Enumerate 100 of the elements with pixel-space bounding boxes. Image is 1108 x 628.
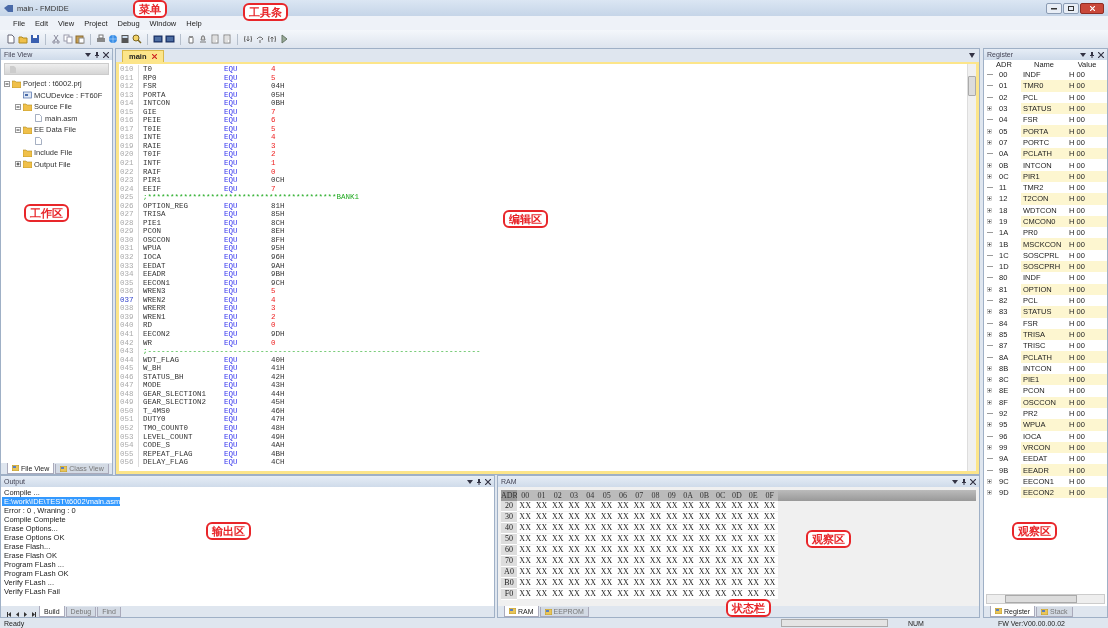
expand-icon[interactable] bbox=[987, 444, 992, 450]
annotation-callout: 状态栏 bbox=[726, 599, 771, 617]
printer-icon[interactable] bbox=[96, 34, 106, 44]
table-cell: XX bbox=[679, 523, 697, 534]
table-cell: XX bbox=[696, 523, 713, 534]
close-icon[interactable] bbox=[970, 478, 976, 485]
table-cell: XX bbox=[533, 589, 550, 600]
table-cell: XX bbox=[631, 567, 648, 578]
expand-icon[interactable] bbox=[987, 331, 992, 337]
table-cell: XX bbox=[647, 523, 664, 534]
paste-icon[interactable] bbox=[75, 34, 85, 44]
column-header: 02 bbox=[549, 490, 566, 501]
collapse-icon[interactable] bbox=[4, 80, 10, 87]
table-cell: XX bbox=[696, 512, 713, 523]
expand-icon[interactable] bbox=[987, 286, 992, 292]
expand-icon[interactable] bbox=[987, 207, 992, 213]
table-cell: XX bbox=[761, 512, 778, 523]
expand-icon[interactable] bbox=[987, 128, 992, 134]
expand-icon[interactable] bbox=[987, 309, 992, 315]
minimize-button[interactable] bbox=[1046, 2, 1062, 14]
table-cell: XX bbox=[647, 567, 664, 578]
maximize-icon bbox=[1068, 5, 1074, 11]
table-cell: XX bbox=[582, 589, 599, 600]
column-header: 0B bbox=[696, 490, 713, 501]
expand-icon[interactable] bbox=[987, 241, 992, 247]
expand-icon[interactable] bbox=[987, 139, 992, 145]
expand-icon[interactable] bbox=[987, 162, 992, 168]
close-icon[interactable] bbox=[1098, 51, 1104, 58]
table-cell: XX bbox=[728, 567, 746, 578]
table-cell: XX bbox=[663, 534, 680, 545]
expand-icon[interactable] bbox=[987, 388, 992, 394]
pin-icon[interactable] bbox=[961, 478, 967, 485]
folder-icon bbox=[12, 79, 21, 88]
dropdown-icon[interactable] bbox=[1080, 51, 1086, 58]
table-cell: XX bbox=[565, 578, 583, 589]
expand-icon[interactable] bbox=[987, 365, 992, 371]
table-cell: XX bbox=[647, 589, 664, 600]
save-icon[interactable] bbox=[30, 34, 40, 44]
close-icon[interactable] bbox=[485, 478, 491, 485]
expand-icon[interactable] bbox=[987, 377, 992, 383]
expand-icon[interactable] bbox=[15, 161, 21, 168]
table-cell: XX bbox=[663, 567, 680, 578]
close-icon[interactable] bbox=[103, 51, 109, 58]
table-cell: XX bbox=[614, 556, 632, 567]
table-cell: XX bbox=[745, 567, 762, 578]
expand-icon[interactable] bbox=[987, 106, 992, 112]
scrollbar[interactable] bbox=[986, 594, 1105, 604]
chip-icon[interactable] bbox=[165, 34, 175, 44]
table-cell: XX bbox=[696, 567, 713, 578]
dropdown-icon[interactable] bbox=[467, 478, 473, 485]
table-cell: XX bbox=[728, 545, 746, 556]
table-cell: XX bbox=[582, 512, 599, 523]
calculator-icon[interactable] bbox=[120, 34, 130, 44]
column-header: 08 bbox=[647, 490, 664, 501]
globe-icon[interactable] bbox=[108, 34, 118, 44]
expand-icon[interactable] bbox=[987, 399, 992, 405]
magnifier-icon[interactable] bbox=[132, 34, 142, 44]
collapse-icon[interactable] bbox=[15, 126, 21, 133]
pin-icon[interactable] bbox=[1089, 51, 1095, 58]
pin-icon[interactable] bbox=[476, 478, 482, 485]
table-cell: XX bbox=[565, 501, 583, 512]
stamp-icon[interactable] bbox=[198, 34, 208, 44]
table-cell: XX bbox=[533, 534, 550, 545]
expand-icon[interactable] bbox=[987, 196, 992, 202]
table-cell: XX bbox=[517, 545, 534, 556]
close-icon[interactable] bbox=[151, 54, 157, 59]
column-header: 0A bbox=[679, 490, 697, 501]
expand-icon[interactable] bbox=[987, 422, 992, 428]
new-file-icon[interactable] bbox=[6, 34, 16, 44]
table-cell: XX bbox=[565, 534, 583, 545]
step-over-icon[interactable] bbox=[255, 34, 265, 44]
expand-icon[interactable] bbox=[987, 173, 992, 179]
row-header: 50 bbox=[501, 534, 517, 544]
table-cell: XX bbox=[679, 567, 697, 578]
dropdown-icon[interactable] bbox=[952, 478, 958, 485]
maximize-button[interactable] bbox=[1063, 2, 1079, 14]
table-cell: XX bbox=[549, 545, 566, 556]
step-out-icon[interactable] bbox=[267, 34, 277, 44]
table-cell: XX bbox=[598, 501, 615, 512]
table-cell: XX bbox=[679, 545, 697, 556]
run-icon[interactable] bbox=[279, 34, 289, 44]
pin-icon[interactable] bbox=[94, 51, 100, 58]
expand-icon[interactable] bbox=[987, 490, 992, 496]
table-cell: XX bbox=[745, 523, 762, 534]
scissors-icon[interactable] bbox=[51, 34, 61, 44]
collapse-icon[interactable] bbox=[15, 103, 21, 110]
dropdown-icon[interactable] bbox=[969, 53, 975, 58]
expand-icon[interactable] bbox=[987, 478, 992, 484]
skip-arrow-icon[interactable] bbox=[7, 612, 12, 617]
table-cell: XX bbox=[582, 545, 599, 556]
close-button[interactable] bbox=[1080, 2, 1104, 14]
dropdown-icon[interactable] bbox=[85, 51, 91, 58]
table-cell: XX bbox=[761, 545, 778, 556]
table-cell: XX bbox=[679, 534, 697, 545]
step-into-icon[interactable] bbox=[243, 34, 253, 44]
skip-arrow-icon[interactable] bbox=[31, 612, 36, 617]
scrollbar[interactable] bbox=[967, 64, 976, 471]
table-cell: XX bbox=[517, 567, 534, 578]
chip-icon[interactable] bbox=[153, 34, 163, 44]
expand-icon[interactable] bbox=[987, 219, 992, 224]
